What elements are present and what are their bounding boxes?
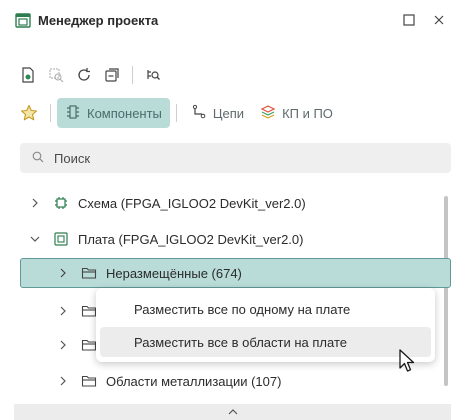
tree-item-unplaced[interactable]: Неразмещённые (674): [56, 258, 242, 288]
scroll-up-bar[interactable]: [14, 404, 451, 420]
tree-item-schematic[interactable]: Схема (FPGA_IGLOO2 DevKit_ver2.0): [28, 188, 306, 218]
collapse-all-icon[interactable]: [100, 63, 124, 87]
project-manager-icon: [14, 11, 32, 29]
chevron-right-icon[interactable]: [56, 266, 70, 280]
tab-separator: [175, 104, 177, 122]
tab-separator: [50, 104, 51, 122]
menu-item-place-one-by-one[interactable]: Разместить все по одному на плате: [100, 294, 431, 324]
find-icon[interactable]: [141, 63, 165, 87]
tabs-bar: Компоненты Цепи КП и ПО: [14, 96, 341, 130]
search-input[interactable]: [54, 150, 414, 166]
select-area-icon[interactable]: [44, 63, 68, 87]
close-icon[interactable]: [431, 12, 447, 28]
menu-item-label: Разместить все в области на плате: [134, 334, 347, 350]
menu-item-label: Разместить все по одному на плате: [134, 301, 351, 317]
scrollbar[interactable]: [444, 196, 448, 386]
chevron-right-icon[interactable]: [28, 196, 42, 210]
window-titlebar: Менеджер проекта: [0, 0, 451, 40]
chevron-down-icon[interactable]: [28, 232, 42, 246]
tree-item-label: Схема (FPGA_IGLOO2 DevKit_ver2.0): [78, 195, 306, 211]
toolbar: [16, 63, 165, 87]
tab-components[interactable]: Компоненты: [57, 98, 170, 128]
tree-item-label: Неразмещённые (674): [106, 265, 242, 281]
document-settings-icon[interactable]: [16, 63, 40, 87]
tree-item-board[interactable]: Плата (FPGA_IGLOO2 DevKit_ver2.0): [28, 224, 303, 254]
chevron-right-icon[interactable]: [56, 338, 70, 352]
chevron-right-icon[interactable]: [56, 374, 70, 388]
tab-nets[interactable]: Цепи: [183, 98, 252, 128]
tree-item-label: Области металлизации (107): [106, 373, 282, 389]
context-menu: Разместить все по одному на плате Размес…: [96, 288, 435, 362]
menu-item-place-in-area[interactable]: Разместить все в области на плате: [100, 327, 431, 357]
tree-item-copper-areas[interactable]: Области металлизации (107): [56, 366, 281, 396]
component-icon: [65, 104, 81, 123]
pad-layers-icon: [260, 104, 276, 123]
search-box[interactable]: [20, 143, 451, 173]
board-icon: [52, 230, 70, 248]
chevron-right-icon[interactable]: [56, 304, 70, 318]
mouse-cursor-icon: [398, 348, 418, 374]
chevron-up-icon[interactable]: [227, 404, 239, 420]
star-icon[interactable]: [14, 98, 44, 128]
schematic-icon: [52, 194, 70, 212]
tab-label: Компоненты: [87, 105, 162, 121]
window-title: Менеджер проекта: [38, 12, 159, 28]
folder-icon: [80, 372, 98, 390]
tree-item-label: Плата (FPGA_IGLOO2 DevKit_ver2.0): [78, 231, 304, 247]
tab-label: Цепи: [212, 105, 245, 121]
tab-label: КП и ПО: [282, 105, 333, 121]
folder-icon: [80, 264, 98, 282]
refresh-icon[interactable]: [72, 63, 96, 87]
maximize-icon[interactable]: [401, 12, 417, 28]
toolbar-separator: [132, 66, 133, 84]
tab-pads-layers[interactable]: КП и ПО: [252, 98, 341, 128]
search-icon: [32, 151, 44, 166]
net-icon: [191, 104, 207, 123]
